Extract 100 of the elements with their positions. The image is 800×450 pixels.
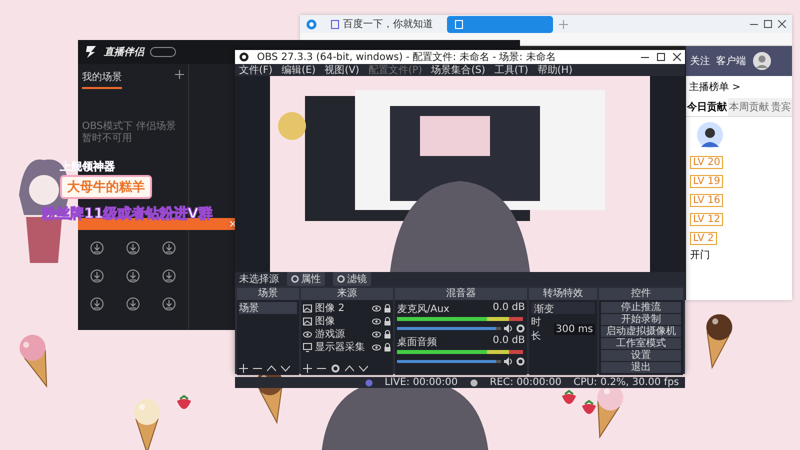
image-icon [303,304,312,312]
ranking-title[interactable]: 主播榜单 > [686,76,792,98]
header-link[interactable]: 关注 [690,54,710,68]
pill-icon [150,47,176,57]
channel-name: 麦克风/Aux [397,302,450,316]
maximize-icon[interactable] [657,53,665,61]
add-icon[interactable] [175,70,184,79]
browser-tab[interactable] [447,16,553,32]
close-icon[interactable] [778,20,786,28]
settings-icon[interactable] [516,356,525,366]
download-icon[interactable] [126,241,140,255]
menu-item[interactable]: 编辑(E) [282,63,316,77]
selection-label: 未选择源 [239,272,279,286]
window-title: OBS 27.3.3 (64-bit, windows) - 配置文件: 未命名 - 场景: 未命名 [257,50,556,64]
control-button[interactable]: 启动虚拟摄像机 [601,326,681,337]
notice-text: OBS模式下 伴侣场景暂时不可用 [82,121,178,145]
gear-icon [291,275,299,283]
eye-icon [372,316,381,326]
control-button[interactable]: 退出 [601,362,681,373]
download-icon[interactable] [162,241,176,255]
control-button[interactable]: 开始录制 [601,314,681,325]
download-icon[interactable] [162,297,176,311]
live-icon [364,378,373,386]
toolbar-button[interactable]: 属性 [287,272,325,286]
eye-icon [372,330,381,338]
download-icon[interactable] [90,241,104,255]
speaker-icon [504,324,513,332]
dock-title: 控件 [599,288,683,300]
level-badge: LV 16 [690,194,724,207]
dock-title: 混音器 [395,288,527,300]
down-icon[interactable] [359,364,368,373]
duration-field[interactable]: 300 ms [554,324,595,334]
level-badge: LV 12 [690,213,724,226]
duration-label: 时长 [531,316,542,343]
download-icon[interactable] [90,297,104,311]
control-button[interactable]: 设置 [601,350,681,361]
settings-icon[interactable] [331,364,340,373]
page-icon [331,20,339,28]
menu-item[interactable]: 视图(V) [324,63,360,77]
up-icon[interactable] [345,364,354,373]
eye-icon [372,342,381,352]
menu-item[interactable]: 文件(F) [239,63,273,77]
down-icon[interactable] [281,364,290,373]
settings-icon[interactable] [516,324,525,332]
download-icon[interactable] [162,269,176,283]
menu-item[interactable]: 场景集合(S) [431,63,486,77]
record-timer: REC: 00:00:00 [490,377,562,388]
add-icon[interactable] [239,364,248,373]
up-icon[interactable] [267,364,276,373]
close-icon[interactable] [673,53,681,61]
download-icon[interactable] [126,269,140,283]
source-name[interactable]: 显示器采集 [315,340,365,354]
header-link[interactable]: 客户端 [716,54,746,68]
dock-title: 来源 [301,288,393,300]
dock-title: 转场特效 [529,288,597,300]
menu-item[interactable]: 帮助(H) [537,63,573,77]
source-name[interactable]: 游戏源 [315,327,345,341]
app-logo-text: 直播伴侣 [104,46,144,59]
toolbar-button[interactable]: 滤镜 [333,272,371,286]
scene-item[interactable]: 场景 [239,302,297,314]
lock-icon [384,330,391,338]
browser-logo-icon [306,18,317,30]
avatar-icon [752,51,772,71]
source-name[interactable]: 图像 2 [315,301,345,315]
volume-slider-fill[interactable] [397,326,496,330]
chat-text: 开门 [689,248,711,262]
level-badge: LV 20 [690,156,724,169]
image-icon [303,316,312,326]
speaker-icon [504,356,513,366]
ranking-tab[interactable]: 本周贡献 [728,98,770,116]
source-name[interactable]: 图像 [315,314,335,328]
live-timer: LIVE: 00:00:00 [384,377,458,388]
record-icon [470,378,478,386]
control-button[interactable]: 工作室模式 [601,338,681,349]
add-icon[interactable] [303,364,312,373]
download-icon[interactable] [126,297,140,311]
menu-item[interactable]: 工具(T) [494,63,528,77]
avatar-icon [696,121,724,149]
ranking-tab[interactable]: 贵宾 [770,98,792,116]
eye-icon [372,304,381,312]
gear-icon [337,275,345,283]
scene-tab[interactable]: 我的场景 [82,70,122,89]
channel-name: 桌面音频 [397,336,437,349]
transition-dropdown[interactable]: 渐变 [531,302,595,314]
lock-icon [384,342,391,352]
level-badge: LV 2 [690,232,717,245]
level-badge: LV 19 [690,175,724,188]
download-icon[interactable] [90,269,104,283]
lock-icon [384,316,391,326]
volume-reading: 0.0 dB [492,335,525,348]
control-button[interactable]: 停止推流 [601,302,681,313]
page-icon [455,20,463,28]
maximize-icon[interactable] [764,20,772,28]
lock-icon [384,304,391,312]
monitor-icon [303,342,312,352]
streamer-caption: 大母牛的糕羊 [60,175,152,199]
dock-title: 场景 [237,288,299,300]
cpu-status: CPU: 0.2%, 30.00 fps [573,377,679,388]
volume-slider-fill[interactable] [397,360,496,362]
eye-icon [303,330,312,338]
